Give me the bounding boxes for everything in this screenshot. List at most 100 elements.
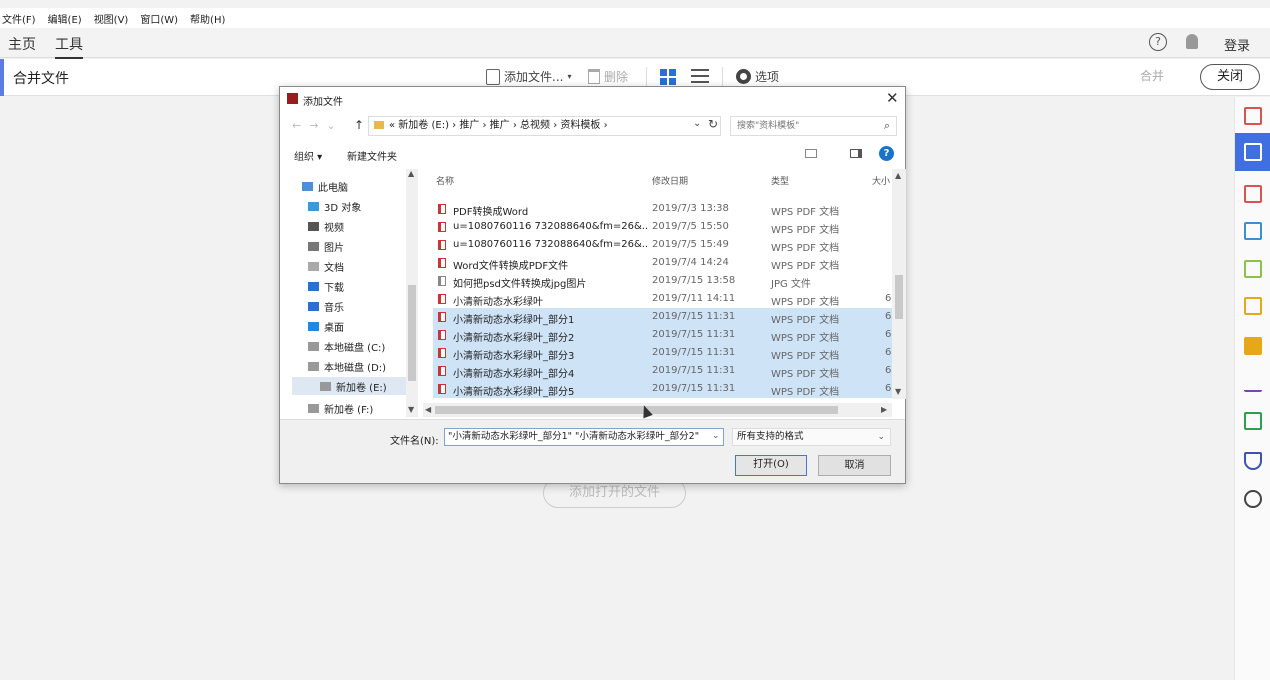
close-button[interactable]: 关闭: [1200, 64, 1260, 90]
up-arrow-icon[interactable]: ↑: [354, 118, 364, 132]
gear-icon: [736, 69, 751, 84]
login-button[interactable]: 登录: [1224, 35, 1250, 54]
file-name: PDF转换成Word: [453, 207, 529, 218]
back-forward-icon[interactable]: ←→⌄: [292, 119, 344, 132]
file-list-hscrollbar[interactable]: ◀ ▶: [423, 403, 892, 417]
menu-file[interactable]: 文件(F): [2, 11, 36, 26]
column-header-date[interactable]: 修改日期: [652, 174, 688, 187]
file-row[interactable]: u=1080760116 732088640&fm=26&... 2019/7/5…: [433, 236, 893, 254]
view-options-icon[interactable]: [805, 149, 817, 158]
file-name: 小清新动态水彩绿叶_部分3: [453, 351, 575, 362]
help-icon[interactable]: ?: [879, 146, 894, 161]
file-row[interactable]: 小清新动态水彩绿叶 2019/7/11 14:11 WPS PDF 文档 6,: [433, 290, 895, 308]
bell-icon[interactable]: [1186, 34, 1198, 49]
menu-help[interactable]: 帮助(H): [190, 11, 225, 26]
scroll-up-icon[interactable]: ▲: [895, 171, 901, 180]
organize-pages-icon[interactable]: [1244, 185, 1262, 203]
nav-drive-e[interactable]: 新加卷 (E:): [292, 377, 416, 395]
file-list-vscrollbar[interactable]: ▲ ▼: [892, 169, 906, 399]
chevron-down-icon[interactable]: ⌄: [693, 118, 701, 129]
menu-window[interactable]: 窗口(W): [140, 11, 178, 26]
refresh-icon[interactable]: ↻: [708, 117, 718, 131]
file-type: WPS PDF 文档: [771, 261, 840, 272]
nav-label: 此电脑: [318, 183, 348, 194]
file-row[interactable]: PDF转换成Word 2019/7/3 13:38 WPS PDF 文档: [433, 200, 893, 218]
chevron-down-icon[interactable]: ⌄: [712, 431, 720, 441]
print-production-icon[interactable]: [1244, 412, 1262, 430]
new-folder-button[interactable]: 新建文件夹: [347, 148, 397, 163]
file-row-selected[interactable]: 小清新动态水彩绿叶_部分3 2019/7/15 11:31 WPS PDF 文档 6,: [433, 344, 895, 362]
scroll-up-icon[interactable]: ▲: [408, 169, 414, 178]
list-view-icon[interactable]: [691, 69, 709, 85]
navigation-pane: 此电脑 3D 对象 视频 图片 文档 下载 音乐 桌面 本地磁盘 (C:) 本地…: [292, 169, 420, 417]
preview-pane-icon[interactable]: [850, 149, 862, 158]
nav-documents[interactable]: 文档: [308, 259, 344, 274]
nav-label: 本地磁盘 (D:): [324, 363, 387, 374]
export-pdf-icon[interactable]: [1244, 222, 1262, 240]
nav-desktop[interactable]: 桌面: [308, 319, 344, 334]
column-header-name[interactable]: 名称: [436, 174, 454, 187]
tab-home[interactable]: 主页: [8, 34, 36, 54]
options-button[interactable]: 选项: [736, 68, 779, 85]
address-bar[interactable]: « 新加卷 (E:) › 推广 › 推广 › 总视频 › 资料模板 ›: [368, 116, 721, 136]
file-row[interactable]: 如何把psd文件转换成jpg图片 2019/7/15 13:58 JPG 文件: [433, 272, 893, 290]
search-input[interactable]: 搜索"资料模板" ⌕: [730, 116, 897, 136]
delete-button[interactable]: 删除: [588, 68, 628, 85]
page-title: 合并文件: [13, 71, 69, 87]
scroll-down-icon[interactable]: ▼: [895, 387, 901, 396]
column-header-type[interactable]: 类型: [771, 174, 789, 187]
open-button[interactable]: 打开(O): [735, 455, 807, 476]
file-row-selected[interactable]: 小清新动态水彩绿叶_部分5 2019/7/15 11:31 WPS PDF 文档 6,: [433, 380, 895, 398]
nav-drive-f[interactable]: 新加卷 (F:): [308, 401, 373, 416]
protect-icon[interactable]: [1244, 452, 1262, 470]
scroll-thumb[interactable]: [895, 275, 903, 319]
file-date: 2019/7/15 13:58: [652, 275, 736, 286]
scroll-right-icon[interactable]: ▶: [881, 405, 887, 414]
column-header-size[interactable]: 大小: [872, 174, 890, 187]
file-row-selected[interactable]: 小清新动态水彩绿叶_部分2 2019/7/15 11:31 WPS PDF 文档 6,: [433, 326, 895, 344]
file-date: 2019/7/5 15:50: [652, 221, 729, 232]
acrobat-icon: [287, 93, 298, 104]
scroll-thumb[interactable]: [435, 406, 838, 414]
help-icon[interactable]: ?: [1149, 33, 1167, 51]
file-row[interactable]: Word文件转换成PDF文件 2019/7/4 14:24 WPS PDF 文档: [433, 254, 893, 272]
file-type: JPG 文件: [771, 279, 811, 290]
fill-sign-icon[interactable]: [1244, 374, 1262, 392]
combine-files-tool[interactable]: [1235, 133, 1270, 171]
grid-view-icon[interactable]: [660, 69, 676, 85]
file-date: 2019/7/15 11:31: [652, 311, 736, 322]
scroll-down-icon[interactable]: ▼: [408, 405, 414, 414]
menu-view[interactable]: 视图(V): [94, 11, 129, 26]
nav-music[interactable]: 音乐: [308, 299, 344, 314]
scroll-left-icon[interactable]: ◀: [425, 405, 431, 414]
create-pdf-icon[interactable]: [1244, 107, 1262, 125]
file-row-selected[interactable]: 小清新动态水彩绿叶_部分4 2019/7/15 11:31 WPS PDF 文档 6,: [433, 362, 895, 380]
file-row-selected[interactable]: 小清新动态水彩绿叶_部分1 2019/7/15 11:31 WPS PDF 文档 6,: [433, 308, 895, 326]
filename-input[interactable]: "小清新动态水彩绿叶_部分1" "小清新动态水彩绿叶_部分2": [444, 428, 724, 446]
more-tools-icon[interactable]: [1244, 490, 1262, 508]
pdf-file-icon: [438, 294, 446, 304]
cancel-button[interactable]: 取消: [818, 455, 891, 476]
edit-pdf-icon[interactable]: [1244, 297, 1262, 315]
video-icon: [308, 222, 319, 231]
nav-3d-objects[interactable]: 3D 对象: [308, 199, 361, 214]
menu-edit[interactable]: 编辑(E): [48, 11, 82, 26]
add-files-button[interactable]: 添加文件... ▾: [486, 68, 571, 85]
nav-downloads[interactable]: 下载: [308, 279, 344, 294]
nav-scrollbar[interactable]: ▲ ▼: [406, 169, 418, 417]
comment-icon[interactable]: [1244, 337, 1262, 355]
organize-button[interactable]: 组织 ▾: [294, 148, 322, 163]
tab-tools[interactable]: 工具: [55, 34, 83, 59]
close-icon[interactable]: ✕: [886, 89, 899, 107]
file-row[interactable]: u=1080760116 732088640&fm=26&... 2019/7/5…: [433, 218, 893, 236]
compare-icon[interactable]: [1244, 260, 1262, 278]
file-type: WPS PDF 文档: [771, 225, 840, 236]
merge-button[interactable]: 合并: [1140, 67, 1164, 84]
filetype-select[interactable]: 所有支持的格式 ⌄: [732, 428, 891, 446]
nav-drive-c[interactable]: 本地磁盘 (C:): [308, 339, 385, 354]
scroll-thumb[interactable]: [408, 285, 416, 381]
nav-drive-d[interactable]: 本地磁盘 (D:): [308, 359, 386, 374]
nav-this-pc[interactable]: 此电脑: [302, 179, 348, 194]
nav-videos[interactable]: 视频: [308, 219, 344, 234]
nav-pictures[interactable]: 图片: [308, 239, 344, 254]
